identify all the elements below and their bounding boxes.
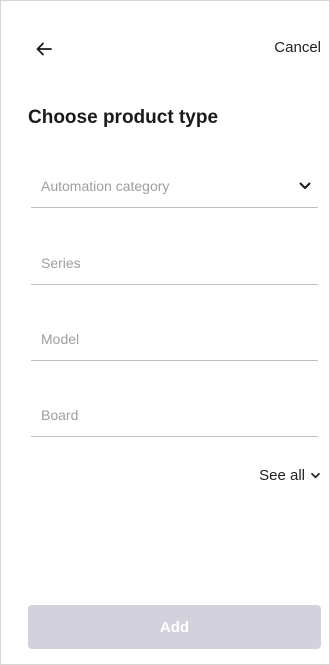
automation-category-select[interactable]: Automation category (31, 171, 318, 208)
series-field[interactable]: Series (31, 248, 318, 285)
see-all-label: See all (259, 467, 305, 484)
model-placeholder: Model (41, 331, 80, 347)
choose-product-type-screen: Cancel Choose product type Automation ca… (0, 0, 330, 665)
chevron-down-icon (311, 472, 320, 479)
cancel-button[interactable]: Cancel (274, 39, 321, 56)
chevron-down-icon (299, 182, 311, 189)
page-title: Choose product type (28, 107, 219, 128)
board-placeholder: Board (41, 407, 79, 423)
arrow-left-icon (36, 42, 52, 56)
series-placeholder: Series (41, 255, 81, 271)
back-button[interactable] (31, 37, 57, 61)
model-field[interactable]: Model (31, 324, 318, 361)
board-field[interactable]: Board (31, 400, 318, 437)
see-all-button[interactable]: See all (259, 467, 321, 484)
automation-category-placeholder: Automation category (41, 178, 170, 194)
top-bar: Cancel (1, 31, 329, 67)
add-button[interactable]: Add (28, 605, 321, 649)
